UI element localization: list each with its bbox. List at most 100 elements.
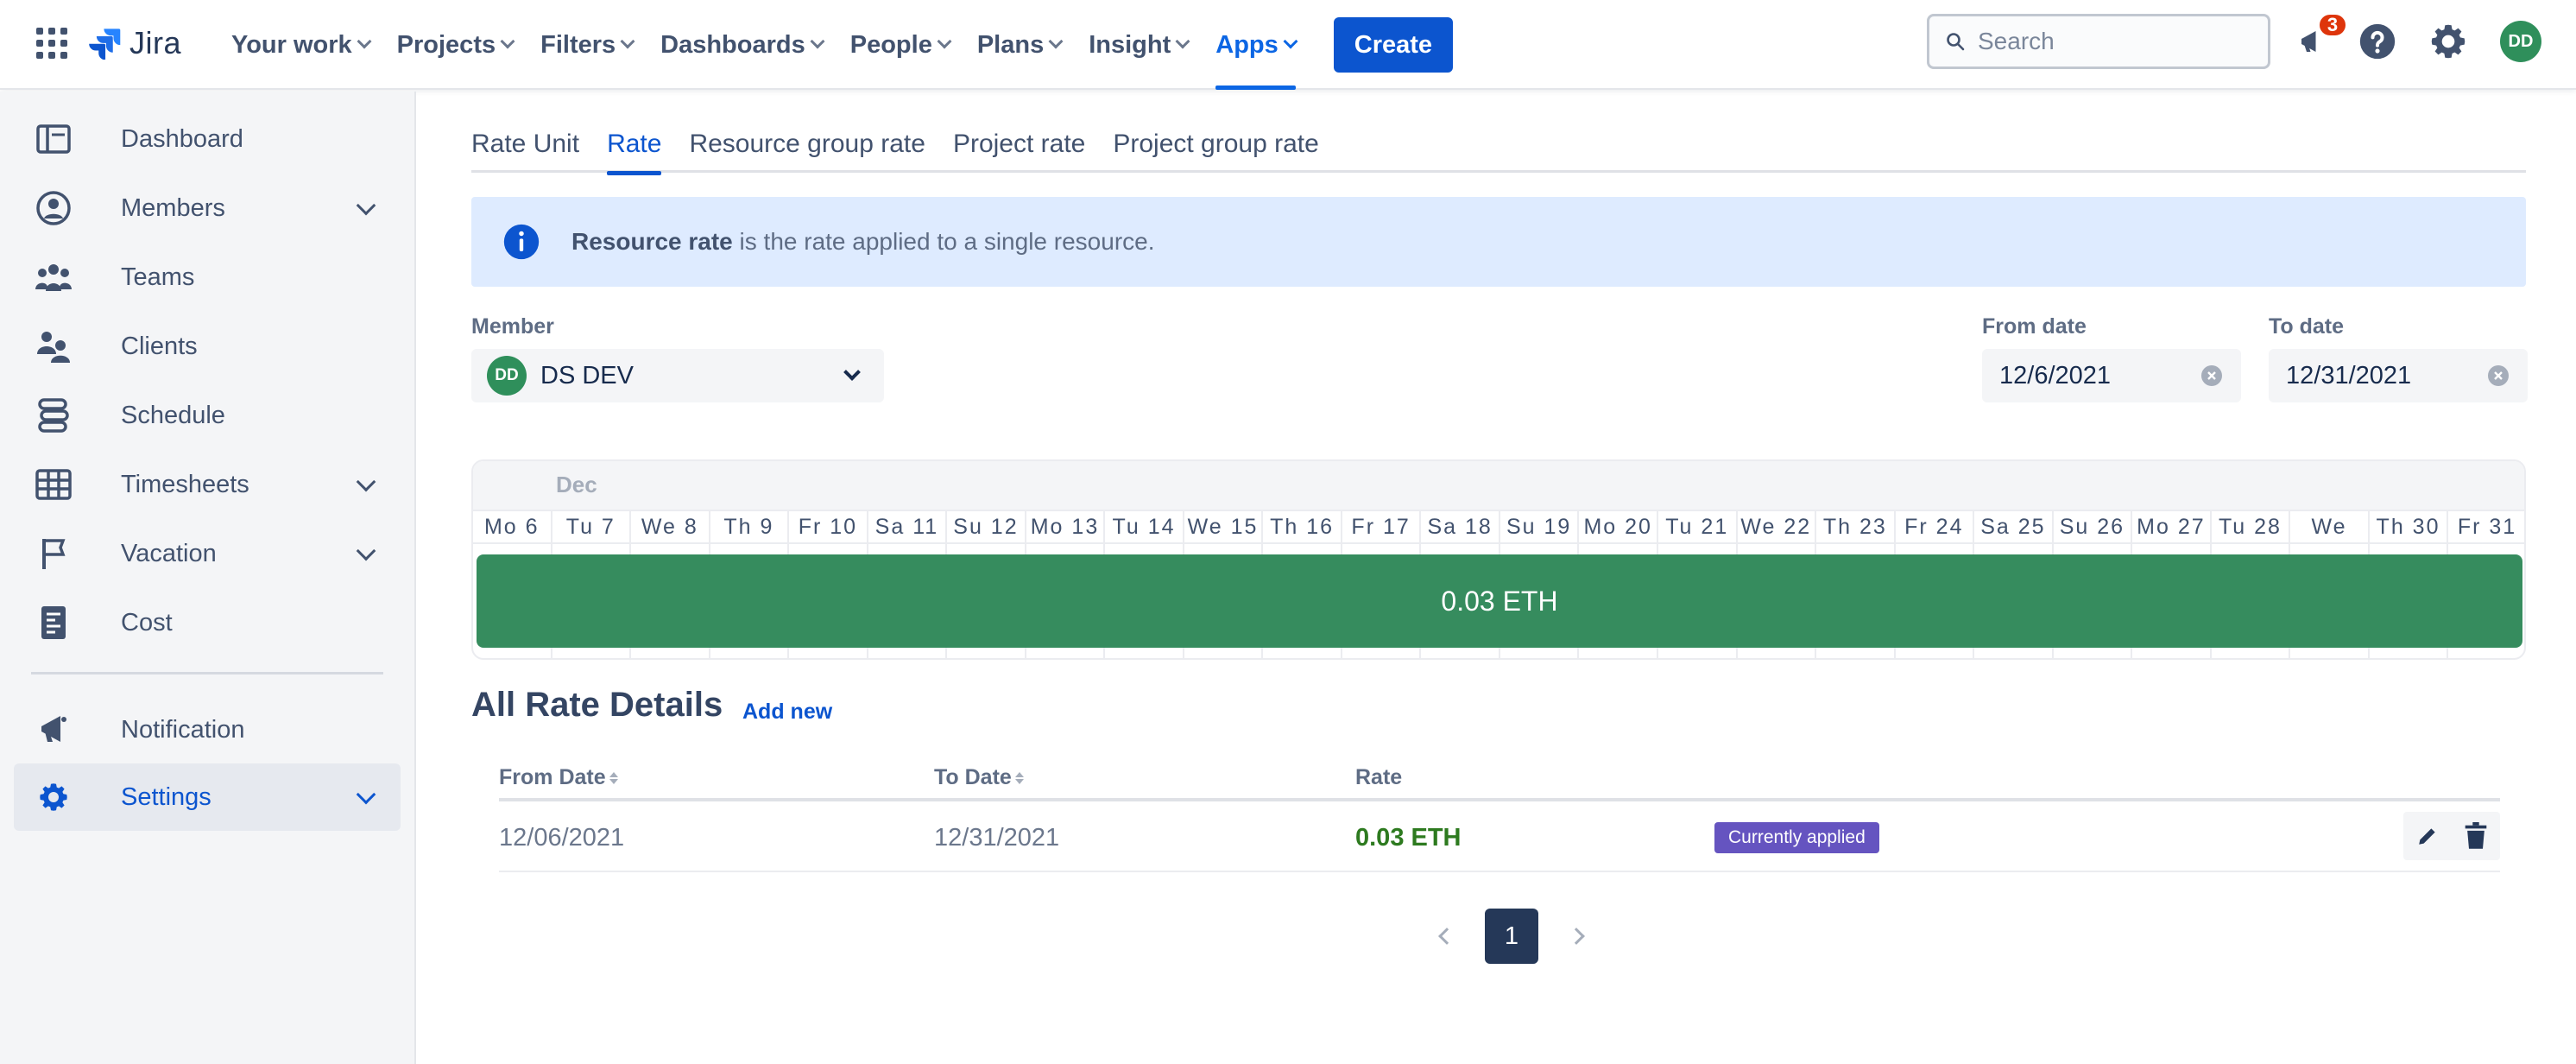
timeline-month-header: Dec xyxy=(473,461,2524,510)
chevron-down-icon xyxy=(810,34,825,49)
jira-logo-icon xyxy=(89,28,121,60)
pencil-icon xyxy=(2419,826,2437,845)
member-label: Member xyxy=(471,314,554,339)
jira-logo[interactable]: Jira xyxy=(88,21,181,66)
user-avatar[interactable]: DD xyxy=(2500,21,2541,62)
nav-label: Dashboards xyxy=(660,30,805,59)
chevron-right-icon xyxy=(1568,928,1585,945)
sidebar-item-label: Timesheets xyxy=(121,470,249,498)
timeline-day: Sa 11 xyxy=(868,511,948,542)
status-badge: Currently applied xyxy=(1714,822,1879,853)
nav-plans[interactable]: Plans xyxy=(963,0,1075,90)
timeline-day: Sa 18 xyxy=(1421,511,1500,542)
schedule-icon xyxy=(35,396,73,434)
tab-rate[interactable]: Rate xyxy=(607,126,662,175)
create-button[interactable]: Create xyxy=(1333,17,1454,73)
timeline-day: Th 30 xyxy=(2370,511,2449,542)
info-text-rest: is the rate applied to a single resource… xyxy=(732,228,1155,255)
nav-label: Your work xyxy=(231,30,352,59)
timeline-day: Su 19 xyxy=(1500,511,1580,542)
table-row: 12/06/2021 12/31/2021 0.03 ETH Currently… xyxy=(499,805,2500,872)
tab-rate-unit[interactable]: Rate Unit xyxy=(471,126,579,173)
info-icon xyxy=(503,224,540,260)
teams-icon xyxy=(35,258,73,296)
pagination: 1 xyxy=(1430,909,1594,964)
from-date-value: 12/6/2021 xyxy=(1999,361,2112,390)
chevron-down-icon xyxy=(1283,34,1298,49)
member-name: DS DEV xyxy=(540,361,634,390)
timeline-day: Fr 10 xyxy=(789,511,868,542)
column-label: Rate xyxy=(1355,765,1403,789)
sidebar-divider xyxy=(31,672,383,674)
cost-icon xyxy=(35,604,73,642)
timeline-day: Sa 25 xyxy=(1974,511,2054,542)
timeline-day: Mo 6 xyxy=(473,511,552,542)
notifications-button[interactable]: 3 xyxy=(2291,12,2348,62)
sidebar: Dashboard Members Teams Clients Schedule… xyxy=(0,92,416,1064)
row-rate: 0.03 ETH xyxy=(1355,824,1462,852)
chevron-down-icon xyxy=(620,34,635,49)
sidebar-item-cost[interactable]: Cost xyxy=(14,589,401,656)
sidebar-item-vacation[interactable]: Vacation xyxy=(14,520,401,587)
delete-button[interactable] xyxy=(2459,819,2493,853)
chevron-down-icon xyxy=(500,34,515,49)
tab-project-rate[interactable]: Project rate xyxy=(953,126,1085,173)
sidebar-item-label: Clients xyxy=(121,332,198,360)
nav-label: Insight xyxy=(1089,30,1171,59)
search-input[interactable] xyxy=(1978,28,2254,55)
app-switcher-icon[interactable] xyxy=(35,26,69,60)
timeline-day: Mo 27 xyxy=(2132,511,2212,542)
settings-button[interactable] xyxy=(2428,21,2469,62)
from-date-field[interactable]: 12/6/2021 xyxy=(1982,349,2241,402)
timeline-month-label: Dec xyxy=(556,472,597,497)
nav-apps[interactable]: Apps xyxy=(1202,0,1310,90)
page-1-button[interactable]: 1 xyxy=(1485,909,1538,964)
sidebar-item-teams[interactable]: Teams xyxy=(14,244,401,311)
info-text-bold: Resource rate xyxy=(571,228,733,255)
sidebar-item-label: Members xyxy=(121,193,225,222)
main-menu: Your work Projects Filters Dashboards Pe… xyxy=(218,0,1454,90)
sidebar-item-timesheets[interactable]: Timesheets xyxy=(14,451,401,518)
to-date-field[interactable]: 12/31/2021 xyxy=(2269,349,2528,402)
column-to-date[interactable]: To Date xyxy=(934,765,1024,790)
sidebar-item-clients[interactable]: Clients xyxy=(14,313,401,380)
sidebar-item-members[interactable]: Members xyxy=(14,174,401,242)
nav-dashboards[interactable]: Dashboards xyxy=(647,0,837,90)
column-from-date[interactable]: From Date xyxy=(499,765,618,790)
nav-insight[interactable]: Insight xyxy=(1075,0,1202,90)
sidebar-item-label: Settings xyxy=(121,782,212,811)
info-banner: Resource rate is the rate applied to a s… xyxy=(471,197,2526,287)
next-page-button[interactable] xyxy=(1559,909,1594,964)
member-select[interactable]: DD DS DEV xyxy=(471,349,884,402)
row-from-date: 12/06/2021 xyxy=(499,824,625,852)
nav-filters[interactable]: Filters xyxy=(527,0,647,90)
rate-timeline: Dec Mo 6 Tu 7 We 8 Th 9 Fr 10 Sa 11 Su 12 Mo 13… xyxy=(471,459,2526,660)
search-icon xyxy=(1947,33,1965,51)
timeline-day: We 15 xyxy=(1184,511,1264,542)
tab-resource-group-rate[interactable]: Resource group rate xyxy=(689,126,925,173)
edit-button[interactable] xyxy=(2410,819,2445,853)
add-new-link[interactable]: Add new xyxy=(742,700,832,725)
timeline-day: We 22 xyxy=(1738,511,1817,542)
timeline-rate-bar[interactable]: 0.03 ETH xyxy=(477,554,2522,648)
logo-text: Jira xyxy=(129,25,182,60)
trash-icon xyxy=(2465,822,2487,849)
clear-icon[interactable] xyxy=(2201,365,2222,386)
sidebar-item-notification[interactable]: Notification xyxy=(14,696,401,763)
nav-projects[interactable]: Projects xyxy=(383,0,527,90)
tab-project-group-rate[interactable]: Project group rate xyxy=(1113,126,1318,173)
nav-your-work[interactable]: Your work xyxy=(218,0,383,90)
to-date-label: To date xyxy=(2269,314,2345,339)
chevron-down-icon xyxy=(356,195,376,216)
gear-icon xyxy=(2431,24,2466,59)
sidebar-item-dashboard[interactable]: Dashboard xyxy=(14,105,401,173)
sidebar-item-settings[interactable]: Settings xyxy=(14,763,401,831)
clear-icon[interactable] xyxy=(2488,365,2509,386)
help-button[interactable] xyxy=(2357,21,2398,62)
sidebar-item-schedule[interactable]: Schedule xyxy=(14,382,401,449)
help-icon xyxy=(2359,23,2396,60)
previous-page-button[interactable] xyxy=(1430,909,1464,964)
nav-people[interactable]: People xyxy=(837,0,963,90)
sidebar-item-label: Schedule xyxy=(121,401,225,429)
timeline-day: Mo 13 xyxy=(1026,511,1106,542)
